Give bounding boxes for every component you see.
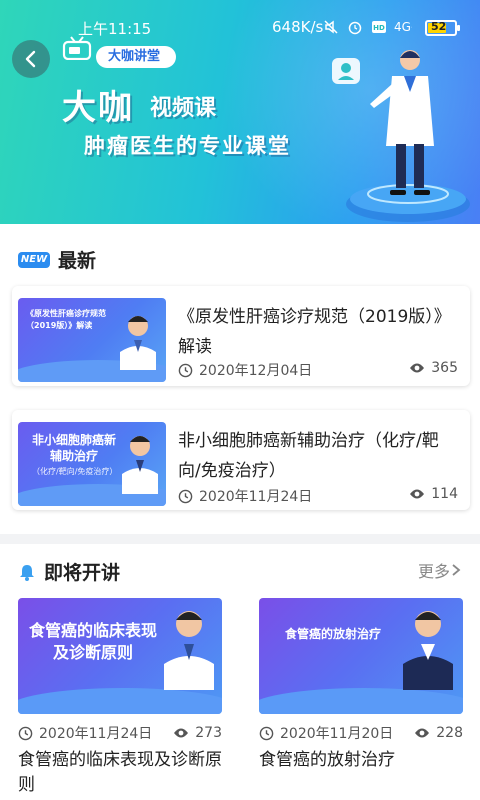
thumb-wave (259, 688, 463, 714)
new-badge: NEW (18, 251, 50, 268)
course-thumbnail: 食管癌的放射治疗 (259, 598, 463, 714)
view-count: 228 (414, 725, 463, 741)
eye-icon (415, 728, 430, 738)
upcoming-card-2[interactable]: 食管癌的放射治疗 2020年11月20日 228 食管癌的放射治疗 (259, 598, 463, 773)
course-title: 《原发性肝癌诊疗规范（2019版）》解读 (178, 307, 451, 357)
back-button[interactable] (12, 40, 50, 78)
date-text: 2020年11月20日 (280, 726, 394, 742)
upcoming-card-1[interactable]: 食管癌的临床表现及诊断原则 2020年11月24日 273 食管癌的临床表现及诊… (18, 598, 222, 798)
upcoming-title: 即将开讲 (44, 562, 121, 584)
alarm-icon (346, 18, 364, 36)
eye-icon (174, 728, 189, 738)
upcoming-section: 即将开讲 更多 食管癌的临床表现及诊断原则 2020年11月24日 273 食管… (0, 544, 480, 800)
signal-icon: 4G (394, 18, 412, 36)
chevron-right-icon (452, 564, 461, 576)
views-text: 365 (431, 360, 458, 376)
latest-section: NEW 最新 《原发性肝癌诊疗规范（2019版）》解读 《原发性肝癌诊疗规范（2… (0, 224, 480, 534)
doctor-avatar (403, 611, 453, 690)
upcoming-header: 即将开讲 (18, 558, 120, 585)
date-text: 2020年11月24日 (39, 726, 153, 742)
course-date: 2020年12月04日 (178, 360, 312, 380)
latest-header: NEW 最新 (18, 246, 96, 273)
doctor-illustration (332, 50, 470, 222)
svg-text:HD: HD (373, 24, 385, 32)
views-text: 228 (436, 725, 463, 741)
eye-icon (410, 489, 425, 499)
date-text: 2020年12月04日 (199, 363, 313, 379)
latest-card-1[interactable]: 《原发性肝癌诊疗规范（2019版）》解读 《原发性肝癌诊疗规范（2019版）》解… (12, 286, 470, 386)
doctor-avatar (164, 611, 214, 690)
date-text: 2020年11月24日 (199, 489, 313, 505)
signal-label: 4G (394, 20, 411, 34)
course-thumbnail: 食管癌的临床表现及诊断原则 (18, 598, 222, 714)
thumb-title: 《原发性肝癌诊疗规范（2019版）》解读 (26, 309, 106, 330)
thumb-subtitle: （化疗/靶向/免疫治疗） (32, 467, 118, 476)
banner-title-small: 视频课 (150, 96, 217, 121)
view-count: 114 (409, 486, 458, 502)
course-title: 非小细胞肺癌新辅助治疗（化疗/靶向/免疫治疗） (178, 431, 439, 481)
clock-icon (178, 489, 193, 503)
bell-icon (20, 564, 34, 581)
views-text: 273 (195, 725, 222, 741)
latest-title: 最新 (58, 250, 97, 272)
back-arrow-icon (25, 50, 36, 68)
thumb-wave (18, 688, 222, 714)
tv-icon (62, 36, 92, 60)
clock-icon (259, 726, 274, 740)
course-date: 2020年11月24日 (178, 486, 312, 506)
hd-icon: HD (370, 18, 388, 36)
course-title: 食管癌的放射治疗 (259, 750, 395, 770)
doctor-avatar (122, 436, 158, 494)
course-meta: 2020年11月20日 228 (259, 722, 463, 744)
mute-icon (322, 18, 340, 36)
banner-pill-label: 大咖讲堂 (96, 46, 177, 68)
course-thumbnail: 非小细胞肺癌新辅助治疗 （化疗/靶向/免疫治疗） (18, 422, 166, 506)
thumb-title: 非小细胞肺癌新辅助治疗 (31, 433, 116, 463)
status-icons: HD 4G (322, 18, 412, 36)
battery-level: 52 (431, 20, 447, 33)
latest-card-2[interactable]: 非小细胞肺癌新辅助治疗 （化疗/靶向/免疫治疗） 非小细胞肺癌新辅助治疗（化疗/… (12, 410, 470, 510)
course-title: 食管癌的临床表现及诊断原则 (18, 750, 222, 795)
banner-title-big: 大咖 (62, 88, 134, 128)
course-thumbnail: 《原发性肝癌诊疗规范（2019版）》解读 (18, 298, 166, 382)
header-banner: 上午11:15 648K/s HD 4G 52 大咖讲堂 大咖 视频课 肿瘤医生… (0, 0, 480, 224)
banner-slogan: 肿瘤医生的专业课堂 (84, 134, 291, 158)
views-text: 114 (431, 486, 458, 502)
battery-icon: 52 (425, 20, 460, 36)
clock-icon (18, 726, 33, 740)
doctor-avatar (120, 316, 156, 370)
view-count: 273 (173, 725, 222, 741)
eye-icon (410, 363, 425, 373)
view-count: 365 (409, 360, 458, 376)
status-net-speed: 648K/s (272, 18, 324, 36)
more-label: 更多 (417, 562, 450, 581)
thumb-title: 食管癌的临床表现及诊断原则 (28, 621, 157, 662)
thumb-title: 食管癌的放射治疗 (284, 627, 381, 641)
more-link[interactable]: 更多 (418, 558, 462, 582)
course-meta: 2020年11月24日 273 (18, 722, 222, 744)
section-divider (0, 534, 480, 544)
clock-icon (178, 363, 193, 377)
